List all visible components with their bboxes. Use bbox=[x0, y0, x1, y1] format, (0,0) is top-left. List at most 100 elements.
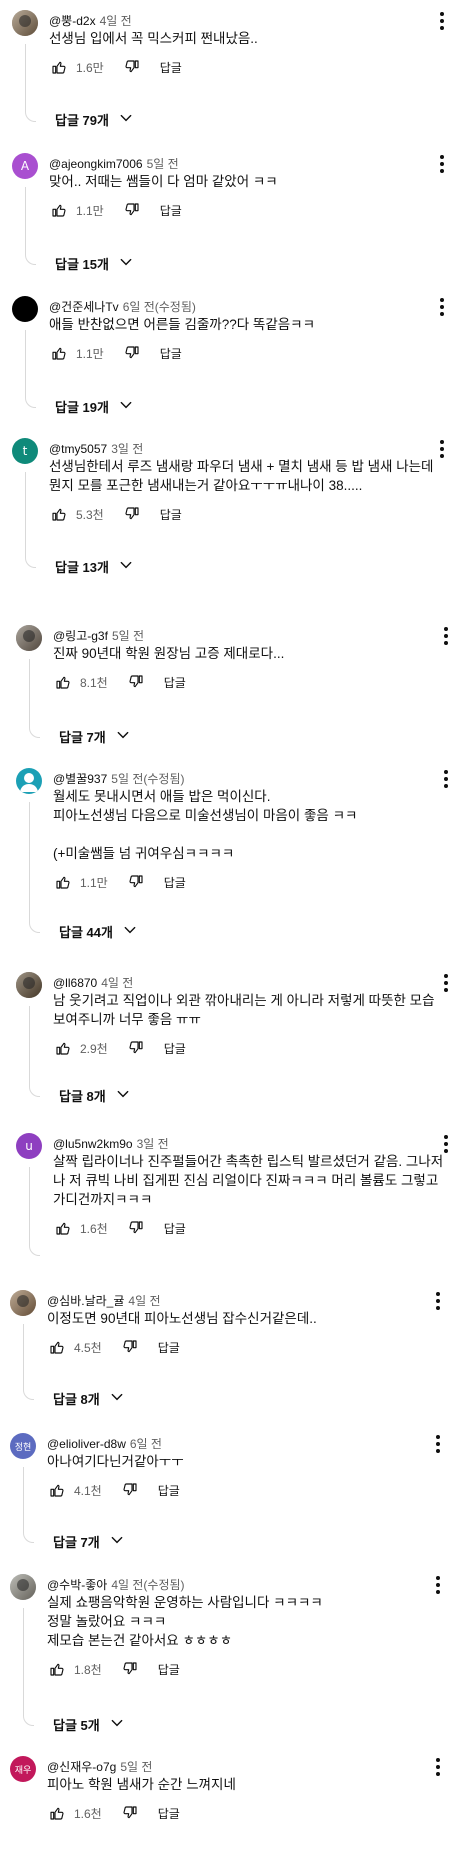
like-button[interactable]: 1.6만 bbox=[51, 59, 104, 76]
view-replies-button[interactable]: 답글 8개 bbox=[59, 1086, 130, 1105]
thread-line bbox=[25, 472, 36, 568]
comment-text: 선생님 입에서 꼭 믹스커피 쩐내났음.. bbox=[49, 31, 258, 46]
avatar[interactable] bbox=[10, 1574, 36, 1600]
dislike-button[interactable] bbox=[128, 674, 144, 690]
like-button[interactable]: 4.1천 bbox=[49, 1482, 102, 1499]
author-name[interactable]: @건준세나Tv bbox=[49, 300, 119, 314]
reply-button[interactable]: 답글 bbox=[160, 59, 182, 76]
more-actions-button[interactable] bbox=[428, 1290, 448, 1312]
like-button[interactable]: 1.1만 bbox=[51, 345, 104, 362]
like-button[interactable]: 1.6천 bbox=[49, 1805, 102, 1822]
comment-time[interactable]: 5일 전(수정됨) bbox=[111, 772, 184, 786]
author-name[interactable]: @링고-g3f bbox=[53, 629, 108, 643]
avatar[interactable]: A bbox=[12, 153, 38, 179]
more-actions-button[interactable] bbox=[432, 10, 452, 32]
avatar[interactable] bbox=[16, 972, 42, 998]
reply-button[interactable]: 답글 bbox=[160, 345, 182, 362]
avatar[interactable] bbox=[16, 625, 42, 651]
view-replies-button[interactable]: 답글 79개 bbox=[55, 110, 133, 129]
comment-time[interactable]: 5일 전 bbox=[147, 157, 179, 171]
comment-time[interactable]: 5일 전 bbox=[112, 629, 144, 643]
dislike-button[interactable] bbox=[122, 1805, 138, 1821]
dislike-button[interactable] bbox=[124, 506, 140, 522]
avatar[interactable]: u bbox=[16, 1133, 42, 1159]
dislike-button[interactable] bbox=[122, 1339, 138, 1355]
avatar[interactable] bbox=[12, 10, 38, 36]
like-button[interactable]: 2.9천 bbox=[55, 1040, 108, 1057]
author-name[interactable]: @심바.날라_귤 bbox=[47, 1294, 124, 1308]
avatar[interactable]: 정현 bbox=[10, 1433, 36, 1459]
dislike-button[interactable] bbox=[128, 1220, 144, 1236]
avatar[interactable]: 재우 bbox=[10, 1756, 36, 1782]
more-actions-button[interactable] bbox=[436, 768, 456, 790]
like-count: 1.6천 bbox=[74, 1806, 102, 1821]
more-actions-button[interactable] bbox=[428, 1574, 448, 1596]
more-actions-button[interactable] bbox=[432, 296, 452, 318]
author-name[interactable]: @lu5nw2km9o bbox=[53, 1137, 133, 1151]
more-actions-button[interactable] bbox=[436, 1133, 456, 1155]
comment-time[interactable]: 5일 전 bbox=[120, 1760, 152, 1774]
view-replies-button[interactable]: 답글 13개 bbox=[55, 557, 133, 576]
more-actions-button[interactable] bbox=[436, 972, 456, 994]
author-name[interactable]: @뿡-d2x bbox=[49, 14, 96, 28]
more-actions-button[interactable] bbox=[428, 1756, 448, 1778]
reply-button[interactable]: 답글 bbox=[160, 202, 182, 219]
avatar[interactable] bbox=[12, 296, 38, 322]
more-actions-button[interactable] bbox=[436, 625, 456, 647]
view-replies-button[interactable]: 답글 7개 bbox=[53, 1532, 124, 1551]
comment-time[interactable]: 6일 전 bbox=[130, 1437, 162, 1451]
like-button[interactable]: 1.8천 bbox=[49, 1661, 102, 1678]
avatar[interactable]: t bbox=[12, 438, 38, 464]
comment-time[interactable]: 4일 전 bbox=[101, 976, 133, 990]
reply-button[interactable]: 답글 bbox=[158, 1805, 180, 1822]
view-replies-button[interactable]: 답글 7개 bbox=[59, 727, 130, 746]
avatar[interactable] bbox=[16, 768, 42, 794]
like-button[interactable]: 1.1만 bbox=[51, 202, 104, 219]
more-actions-button[interactable] bbox=[432, 438, 452, 460]
comment-time[interactable]: 3일 전 bbox=[111, 442, 143, 456]
author-name[interactable]: @ajeongkim7006 bbox=[49, 157, 143, 171]
author-name[interactable]: @별꿀937 bbox=[53, 772, 107, 786]
dislike-button[interactable] bbox=[124, 345, 140, 361]
like-button[interactable]: 1.1만 bbox=[55, 874, 108, 891]
view-replies-button[interactable]: 답글 8개 bbox=[53, 1389, 124, 1408]
view-replies-button[interactable]: 답글 15개 bbox=[55, 254, 133, 273]
reply-button[interactable]: 답글 bbox=[164, 874, 186, 891]
comment-time[interactable]: 6일 전(수정됨) bbox=[123, 300, 196, 314]
reply-button[interactable]: 답글 bbox=[158, 1339, 180, 1356]
comment-actions: 1.1만 답글 bbox=[51, 200, 182, 220]
more-actions-button[interactable] bbox=[432, 153, 452, 175]
view-replies-button[interactable]: 답글 5개 bbox=[53, 1715, 124, 1734]
comment-time[interactable]: 4일 전 bbox=[100, 14, 132, 28]
dislike-button[interactable] bbox=[124, 59, 140, 75]
reply-button[interactable]: 답글 bbox=[158, 1661, 180, 1678]
reply-button[interactable]: 답글 bbox=[160, 506, 182, 523]
view-replies-button[interactable]: 답글 19개 bbox=[55, 397, 133, 416]
like-button[interactable]: 8.1천 bbox=[55, 674, 108, 691]
dislike-button[interactable] bbox=[124, 202, 140, 218]
like-button[interactable]: 1.6천 bbox=[55, 1220, 108, 1237]
dislike-button[interactable] bbox=[128, 1040, 144, 1056]
author-name[interactable]: @tmy5057 bbox=[49, 442, 107, 456]
comment-time[interactable]: 4일 전(수정됨) bbox=[111, 1578, 184, 1592]
thumbs-down-icon bbox=[128, 874, 144, 890]
reply-button[interactable]: 답글 bbox=[164, 1040, 186, 1057]
dislike-button[interactable] bbox=[122, 1482, 138, 1498]
reply-button[interactable]: 답글 bbox=[164, 1220, 186, 1237]
reply-button[interactable]: 답글 bbox=[164, 674, 186, 691]
more-actions-button[interactable] bbox=[428, 1433, 448, 1455]
thumbs-up-icon bbox=[51, 59, 67, 75]
comment-time[interactable]: 3일 전 bbox=[137, 1137, 169, 1151]
like-button[interactable]: 5.3천 bbox=[51, 506, 104, 523]
author-name[interactable]: @신재우-o7g bbox=[47, 1760, 116, 1774]
like-button[interactable]: 4.5천 bbox=[49, 1339, 102, 1356]
avatar[interactable] bbox=[10, 1290, 36, 1316]
dislike-button[interactable] bbox=[122, 1661, 138, 1677]
comment-time[interactable]: 4일 전 bbox=[128, 1294, 160, 1308]
author-name[interactable]: @수박-좋아 bbox=[47, 1578, 107, 1592]
author-name[interactable]: @elioliver-d8w bbox=[47, 1437, 126, 1451]
dislike-button[interactable] bbox=[128, 874, 144, 890]
reply-button[interactable]: 답글 bbox=[158, 1482, 180, 1499]
author-name[interactable]: @ll6870 bbox=[53, 976, 97, 990]
view-replies-button[interactable]: 답글 44개 bbox=[59, 922, 137, 941]
